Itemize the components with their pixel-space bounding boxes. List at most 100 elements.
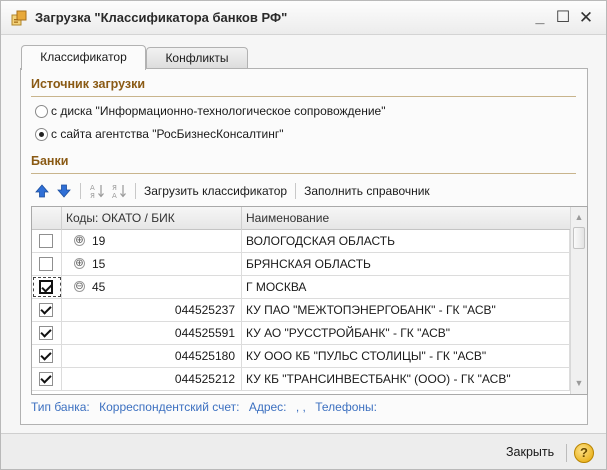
dialog-window: Загрузка "Классификатора банков РФ" _ ☐ … [0,0,607,470]
row-code: 044525591 [174,326,235,340]
row-code-cell: 044525212 [62,368,242,390]
row-check-cell [32,345,62,367]
row-code-cell: ⊕ 15 [62,253,242,275]
correspondent-account-label: Корреспондентский счет: [99,400,240,414]
sort-descending-button[interactable]: Я A [108,181,130,201]
title-bar: Загрузка "Классификатора банков РФ" _ ☐ … [1,1,606,35]
row-check-cell [32,322,62,344]
toolbar-separator [80,183,81,199]
row-name: КУ ПАО "МЕЖТОПЭНЕРГОБАНК" - ГК "АСВ" [242,299,570,321]
row-checkbox[interactable] [39,326,53,340]
row-code-cell: 044525180 [62,345,242,367]
scroll-thumb[interactable] [573,227,585,249]
arrow-up-icon [35,184,49,198]
row-checkbox[interactable] [39,349,53,363]
svg-text:A: A [112,192,117,199]
toolbar-separator [295,183,297,199]
help-icon[interactable]: ? [574,443,594,463]
radio-disk[interactable] [35,104,48,118]
row-checkbox[interactable] [39,303,53,317]
row-check-cell [32,368,62,390]
row-check-cell [32,299,62,321]
tab-conflicts[interactable]: Конфликты [146,47,248,69]
table-row[interactable]: 044525591 КУ АО "РУССТРОЙБАНК" - ГК "АСВ… [32,322,570,345]
source-section-title: Источник загрузки [31,77,146,91]
row-checkbox[interactable] [39,257,53,271]
table-row[interactable]: ⊕ 15 БРЯНСКАЯ ОБЛАСТЬ [32,253,570,276]
svg-text:Я: Я [112,184,117,192]
address-label: Адрес: [248,400,287,414]
footer-separator [566,444,567,462]
close-button[interactable]: Закрыть [506,445,554,459]
row-checkbox[interactable] [39,234,53,248]
row-check-cell [32,276,62,298]
vertical-scrollbar[interactable]: ▲ ▼ [570,207,587,394]
row-name: БРЯНСКАЯ ОБЛАСТЬ [242,253,570,275]
scroll-up-icon[interactable]: ▲ [571,209,587,226]
close-window-button[interactable]: ✕ [575,7,597,29]
banks-section-title: Банки [31,154,69,168]
row-code: 19 [92,234,106,248]
sort-descending-icon: Я A [112,184,126,199]
row-checkbox[interactable] [39,280,53,294]
scroll-down-icon[interactable]: ▼ [571,375,587,392]
row-name: ВОЛОГОДСКАЯ ОБЛАСТЬ [242,230,570,252]
sort-ascending-button[interactable]: A Я [86,181,108,201]
move-down-button[interactable] [53,181,75,201]
window-title: Загрузка "Классификатора банков РФ" [35,10,288,25]
row-code-cell: 044525591 [62,322,242,344]
banks-table[interactable]: Коды: ОКАТО / БИК Наименование ⊕ 19 ВОЛО… [31,206,588,395]
svg-text:A: A [90,184,95,192]
row-code: 044525180 [174,349,235,363]
footer-bar: Закрыть ? [1,433,606,469]
row-code: 044525212 [174,372,235,386]
row-name: КУ АО "РУССТРОЙБАНК" - ГК "АСВ" [242,322,570,344]
app-icon [11,10,27,26]
row-check-cell [32,253,62,275]
row-code: 45 [92,280,106,294]
header-code[interactable]: Коды: ОКАТО / БИК [62,207,242,230]
row-code: 15 [92,257,106,271]
load-classifier-button[interactable]: Загрузить классификатор [141,184,290,198]
expand-icon[interactable]: ⊕ [74,235,85,246]
fill-directory-button[interactable]: Заполнить справочник [301,184,433,198]
table-header: Коды: ОКАТО / БИК Наименование [32,207,570,230]
row-code-cell: ⊖ 45 [62,276,242,298]
bank-type-label: Тип банка: [31,400,90,414]
tab-classifier[interactable]: Классификатор [21,45,146,70]
banks-section-divider [31,173,576,174]
arrow-down-icon [57,184,71,198]
source-option-site-label: с сайта агентства "РосБизнесКонсалтинг" [51,127,284,141]
maximize-button[interactable]: ☐ [552,7,574,29]
source-option-site[interactable]: с сайта агентства "РосБизнесКонсалтинг" [35,125,284,143]
address-value: , , [295,400,306,414]
row-code-cell: 044525237 [62,299,242,321]
row-name: КУ КБ "ТРАНСИНВЕСТБАНК" (ООО) - ГК "АСВ" [242,368,570,390]
phones-label: Телефоны: [315,400,377,414]
expand-icon[interactable]: ⊕ [74,258,85,269]
table-row[interactable]: 044525212 КУ КБ "ТРАНСИНВЕСТБАНК" (ООО) … [32,368,570,391]
source-option-disk-label: с диска "Информационно-технологическое с… [51,104,386,118]
row-checkbox[interactable] [39,372,53,386]
source-option-disk[interactable]: с диска "Информационно-технологическое с… [35,102,385,120]
sort-ascending-icon: A Я [90,184,104,199]
row-code-cell: ⊕ 19 [62,230,242,252]
banks-toolbar: A Я Я A Загрузить классификатор Заполнит… [31,181,433,201]
row-name: КУ ООО КБ "ПУЛЬС СТОЛИЦЫ" - ГК "АСВ" [242,345,570,367]
header-checkbox-column[interactable] [32,207,62,230]
collapse-icon[interactable]: ⊖ [74,281,85,292]
table-row[interactable]: 044525237 КУ ПАО "МЕЖТОПЭНЕРГОБАНК" - ГК… [32,299,570,322]
row-name: Г МОСКВА [242,276,570,298]
move-up-button[interactable] [31,181,53,201]
radio-site[interactable] [35,127,48,141]
bank-info-line: Тип банка: Корреспондентский счет: Адрес… [31,400,383,414]
source-section-divider [31,96,576,97]
row-code: 044525237 [174,303,235,317]
table-row[interactable]: ⊖ 45 Г МОСКВА [32,276,570,299]
minimize-button[interactable]: _ [529,7,551,29]
table-row[interactable]: ⊕ 19 ВОЛОГОДСКАЯ ОБЛАСТЬ [32,230,570,253]
header-name[interactable]: Наименование [242,207,570,230]
table-row[interactable]: 044525180 КУ ООО КБ "ПУЛЬС СТОЛИЦЫ" - ГК… [32,345,570,368]
row-check-cell [32,230,62,252]
svg-text:Я: Я [90,192,95,199]
